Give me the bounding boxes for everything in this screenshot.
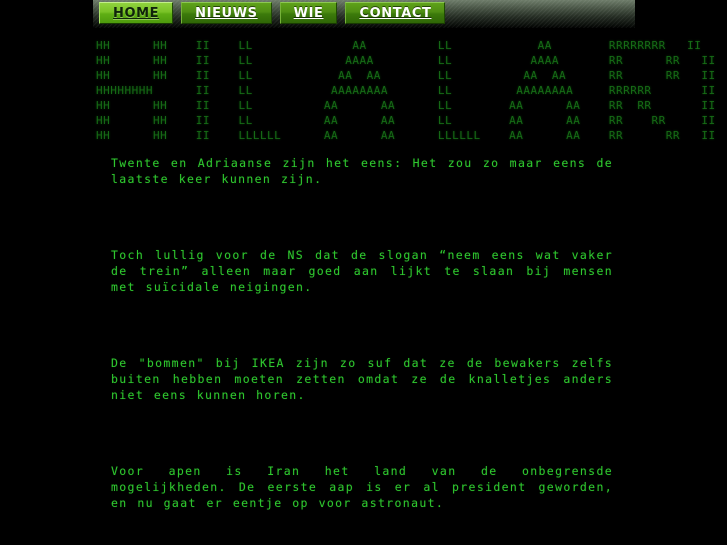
post-item: Twente en Adriaanse zijn het eens: Het z… — [111, 156, 613, 186]
ascii-art-logo: HH HH II LL AA LL AA RRRRRRRR II AA HH H… — [96, 39, 716, 142]
page-root: HOME NIEUWS WIE CONTACT HH HH II LL AA L… — [0, 0, 727, 545]
top-navigation-bar: HOME NIEUWS WIE CONTACT — [93, 0, 635, 28]
post-item: Voor apen is Iran het land van de onbegr… — [111, 464, 613, 510]
nav-button-home[interactable]: HOME — [99, 2, 174, 24]
nav-button-nieuws[interactable]: NIEUWS — [181, 2, 272, 24]
post-item: Toch lullig voor de NS dat de slogan “ne… — [111, 248, 613, 294]
nav-button-group: HOME NIEUWS WIE CONTACT — [99, 2, 453, 24]
post-list: Twente en Adriaanse zijn het eens: Het z… — [111, 155, 613, 511]
nav-button-contact[interactable]: CONTACT — [345, 2, 446, 24]
nav-button-wie[interactable]: WIE — [279, 2, 338, 24]
post-item: De "bommen" bij IKEA zijn zo suf dat ze … — [111, 356, 613, 402]
